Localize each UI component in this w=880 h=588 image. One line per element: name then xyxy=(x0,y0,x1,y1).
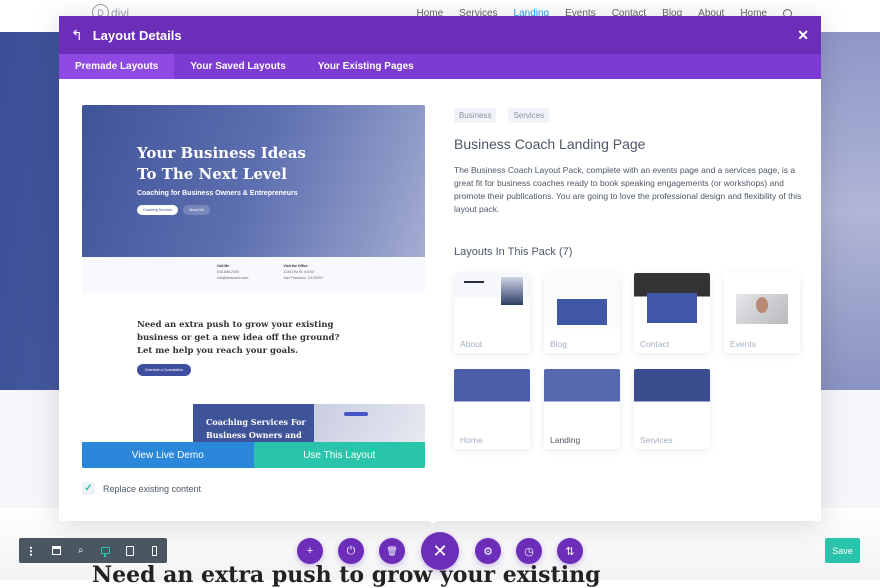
gear-icon[interactable]: ⚙ xyxy=(475,538,501,564)
layout-title: Business Coach Landing Page xyxy=(454,136,646,152)
layout-info: Business Services Business Coach Landing… xyxy=(454,108,804,258)
preview-office-label: Visit the Office xyxy=(283,264,308,268)
preview-hero-title-line1: Your Business Ideas xyxy=(137,144,306,162)
layout-card-blog[interactable]: Blog xyxy=(544,273,620,353)
tab-saved-layouts[interactable]: Your Saved Layouts xyxy=(174,54,301,79)
layout-card-label: Home xyxy=(460,435,483,445)
layout-card-label: Blog xyxy=(550,339,568,349)
replace-content-option[interactable]: ✓ Replace existing content xyxy=(82,482,201,495)
modal-title: Layout Details xyxy=(92,27,182,43)
close-icon[interactable]: ✕ xyxy=(797,27,809,44)
layout-card-landing[interactable]: Landing xyxy=(544,369,620,449)
preview-about-button: About Me xyxy=(183,205,211,215)
layout-thumbnail xyxy=(544,273,620,329)
layout-thumbnail xyxy=(634,369,710,425)
layout-card-services[interactable]: Services xyxy=(634,369,710,449)
save-button[interactable]: Save xyxy=(825,538,860,563)
tab-existing-pages[interactable]: Your Existing Pages xyxy=(302,54,430,79)
page-background-heading: Need an extra push to grow your existing xyxy=(92,562,601,588)
replace-content-label: Replace existing content xyxy=(103,483,202,494)
trash-icon[interactable]: 🗑 xyxy=(379,538,405,564)
preview-hero: Your Business Ideas To The Next Level Co… xyxy=(82,105,425,257)
history-icon[interactable]: ◷ xyxy=(516,538,542,564)
preview-cta: Need an extra push to grow your existing… xyxy=(82,293,425,376)
layout-card-contact[interactable]: Contact xyxy=(634,273,710,353)
wireframe-icon[interactable] xyxy=(44,538,69,563)
layout-details-modal: ↰ Layout Details ✕ Premade Layouts Your … xyxy=(59,16,821,521)
layouts-grid: About Blog Contact Events Home Landing S… xyxy=(454,273,814,449)
modal-tabs: Premade Layouts Your Saved Layouts Your … xyxy=(59,54,821,79)
layout-description: The Business Coach Layout Pack, complete… xyxy=(454,165,802,214)
preview-services-block: Coaching Services For Business Owners an… xyxy=(193,404,314,442)
layouts-pack-heading: Layouts In This Pack (7) xyxy=(454,246,573,258)
preview-coaching-button: Coaching Services xyxy=(137,205,179,215)
layout-card-label: Contact xyxy=(640,339,670,349)
layout-thumbnail xyxy=(544,369,620,425)
preview-contact: Call Me 618-686-2050 info@divicoach.com … xyxy=(82,257,425,293)
preview-consultation-button: Schedule a Consultation xyxy=(137,364,191,376)
preview-hero-title-line2: To The Next Level xyxy=(137,165,287,183)
preview-cta-line1: Need an extra push to grow your existing xyxy=(137,320,334,330)
layout-thumbnail xyxy=(454,273,530,329)
preview-cta-line3: Let me help you reach your goals. xyxy=(137,346,299,356)
tablet-icon[interactable] xyxy=(118,538,143,563)
power-icon[interactable]: ⏻ xyxy=(338,538,364,564)
replace-content-checkbox[interactable]: ✓ xyxy=(82,482,95,495)
preview-laptop-image xyxy=(314,404,425,442)
sort-icon[interactable]: ⇅ xyxy=(557,538,583,564)
preview-services-line1: Coaching Services For xyxy=(206,417,306,427)
layout-card-label: Landing xyxy=(550,435,581,445)
layout-card-label: Services xyxy=(640,435,673,445)
view-live-demo-button[interactable]: View Live Demo xyxy=(82,442,254,468)
layout-card-label: About xyxy=(460,339,483,349)
tag-services[interactable]: Services xyxy=(508,108,550,123)
preview-hero-title: Your Business Ideas To The Next Level xyxy=(137,143,425,185)
builder-view-toolbar: ⌕ xyxy=(19,538,167,563)
preview-call-phone: 618-686-2050 xyxy=(217,270,239,274)
preview-call-email: info@divicoach.com xyxy=(217,276,249,280)
modal-header: ↰ Layout Details ✕ xyxy=(59,16,821,54)
layout-thumbnail xyxy=(454,369,530,425)
layout-card-events[interactable]: Events xyxy=(724,273,800,353)
preview-office-line2: San Francisco, CA 93201 xyxy=(283,276,324,280)
layout-thumbnail xyxy=(634,273,710,329)
preview-actions: View Live Demo Use This Layout xyxy=(82,442,425,468)
use-this-layout-button[interactable]: Use This Layout xyxy=(253,442,425,468)
menu-dots-icon[interactable] xyxy=(19,538,44,563)
close-builder-icon[interactable]: ✕ xyxy=(421,532,459,570)
tag-business[interactable]: Business xyxy=(454,108,497,123)
layout-tags: Business Services xyxy=(454,108,804,123)
layout-card-about[interactable]: About xyxy=(454,273,530,353)
back-arrow-icon[interactable]: ↰ xyxy=(71,27,83,44)
add-icon[interactable]: + xyxy=(297,538,323,564)
preview-hero-subtitle: Coaching for Business Owners & Entrepren… xyxy=(137,190,298,197)
layout-preview: Your Business Ideas To The Next Level Co… xyxy=(82,105,425,442)
preview-cta-line2: business or get a new idea off the groun… xyxy=(137,333,340,343)
desktop-icon[interactable] xyxy=(93,538,118,563)
preview-call-label: Call Me xyxy=(217,264,230,268)
tab-premade-layouts[interactable]: Premade Layouts xyxy=(59,54,175,79)
layout-card-home[interactable]: Home xyxy=(454,369,530,449)
preview-services-line2: Business Owners and xyxy=(206,430,302,440)
preview-cta-text: Need an extra push to grow your existing… xyxy=(137,319,425,358)
zoom-icon[interactable]: ⌕ xyxy=(68,538,93,563)
layout-thumbnail xyxy=(724,273,800,329)
layout-card-label: Events xyxy=(730,339,756,349)
phone-icon[interactable] xyxy=(142,538,167,563)
preview-office-line1: 1234 Divi St. #1000 xyxy=(283,270,314,274)
